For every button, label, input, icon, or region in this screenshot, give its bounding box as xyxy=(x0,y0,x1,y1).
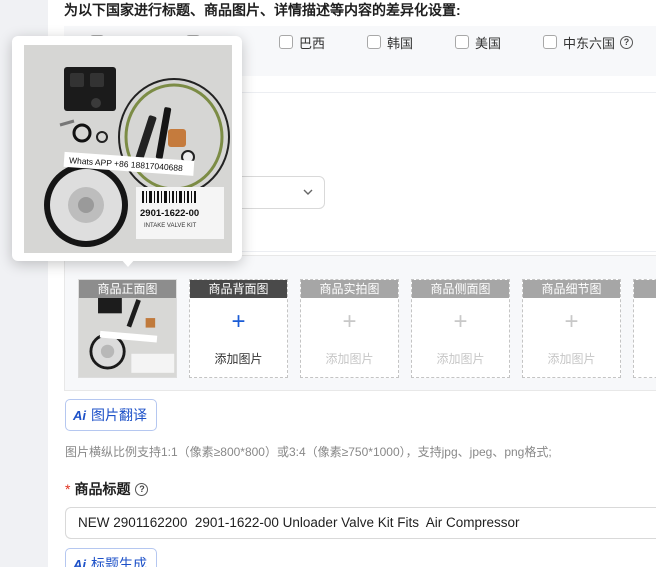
slot-caption: 商品实拍图 xyxy=(301,280,398,298)
country-label: 韩国 xyxy=(387,35,414,51)
country-label: 中东六国 xyxy=(563,35,616,51)
image-slot-detail[interactable]: 商品细节图 + 添加图片 xyxy=(522,279,621,378)
slot-caption: 商品正面图 xyxy=(79,280,176,298)
popup-arrow xyxy=(120,258,136,267)
country-option-brazil[interactable]: 巴西 xyxy=(279,34,326,51)
plus-icon: + xyxy=(453,308,468,335)
slot-caption: 商品背面图 xyxy=(190,280,287,298)
image-preview-popup: Whats APP +86 18817040688 2901-1622-00 I… xyxy=(12,36,242,267)
label-text: 商品标题 xyxy=(74,481,131,497)
ai-icon: Ai xyxy=(73,556,86,567)
country-option-middle-east[interactable]: 中东六国 ? xyxy=(543,34,634,51)
image-slot-back[interactable]: 商品背面图 + 添加图片 xyxy=(189,279,288,378)
product-photo: Whats APP +86 18817040688 2901-1622-00 I… xyxy=(24,45,232,253)
slot-caption: 商品侧面图 xyxy=(412,280,509,298)
product-title-input[interactable]: NEW 2901162200 2901-1622-00 Unloader Val… xyxy=(65,507,656,539)
image-slot-extra[interactable] xyxy=(633,279,656,378)
image-translate-button[interactable]: Ai 图片翻译 xyxy=(65,399,157,431)
button-label: 图片翻译 xyxy=(91,407,147,423)
button-label: 标题生成 xyxy=(91,556,147,567)
country-label: 美国 xyxy=(475,35,502,51)
section-heading: 为以下国家进行标题、商品图片、详情描述等内容的差异化设置: xyxy=(64,2,461,18)
kit-label-text: INTAKE VALVE KIT xyxy=(144,223,197,229)
image-slot-front[interactable]: 商品正面图 xyxy=(78,279,177,378)
image-format-hint: 图片横纵比例支持1:1（像素≥800*800）或3:4（像素≥750*1000）… xyxy=(65,445,552,459)
ai-icon: Ai xyxy=(73,407,86,423)
chevron-down-icon xyxy=(303,189,313,195)
plus-icon: + xyxy=(342,308,357,335)
image-slot-side[interactable]: 商品侧面图 + 添加图片 xyxy=(411,279,510,378)
add-image-label: 添加图片 xyxy=(325,352,374,366)
checkbox[interactable] xyxy=(455,35,469,49)
image-slot-real-shot[interactable]: 商品实拍图 + 添加图片 xyxy=(300,279,399,378)
preview-photo: Whats APP +86 18817040688 2901-1622-00 I… xyxy=(24,45,232,253)
add-image-label: 添加图片 xyxy=(547,352,596,366)
country-option-korea[interactable]: 韩国 xyxy=(367,34,414,51)
checkbox[interactable] xyxy=(543,35,557,49)
checkbox[interactable] xyxy=(279,35,293,49)
slot-caption xyxy=(634,280,656,298)
country-label: 巴西 xyxy=(299,35,326,51)
slot-caption: 商品细节图 xyxy=(523,280,620,298)
required-mark: * xyxy=(65,481,71,497)
title-field-label: * 商品标题 ? xyxy=(65,479,149,499)
add-image-label: 添加图片 xyxy=(214,352,263,366)
part-number-text: 2901-1622-00 xyxy=(140,208,199,219)
help-icon[interactable]: ? xyxy=(620,35,634,49)
plus-icon: + xyxy=(231,308,246,335)
title-generate-button[interactable]: Ai 标题生成 xyxy=(65,548,157,567)
country-option-usa[interactable]: 美国 xyxy=(455,34,502,51)
checkbox[interactable] xyxy=(367,35,381,49)
add-image-label: 添加图片 xyxy=(436,352,485,366)
help-icon[interactable]: ? xyxy=(135,482,149,496)
plus-icon: + xyxy=(564,308,579,335)
